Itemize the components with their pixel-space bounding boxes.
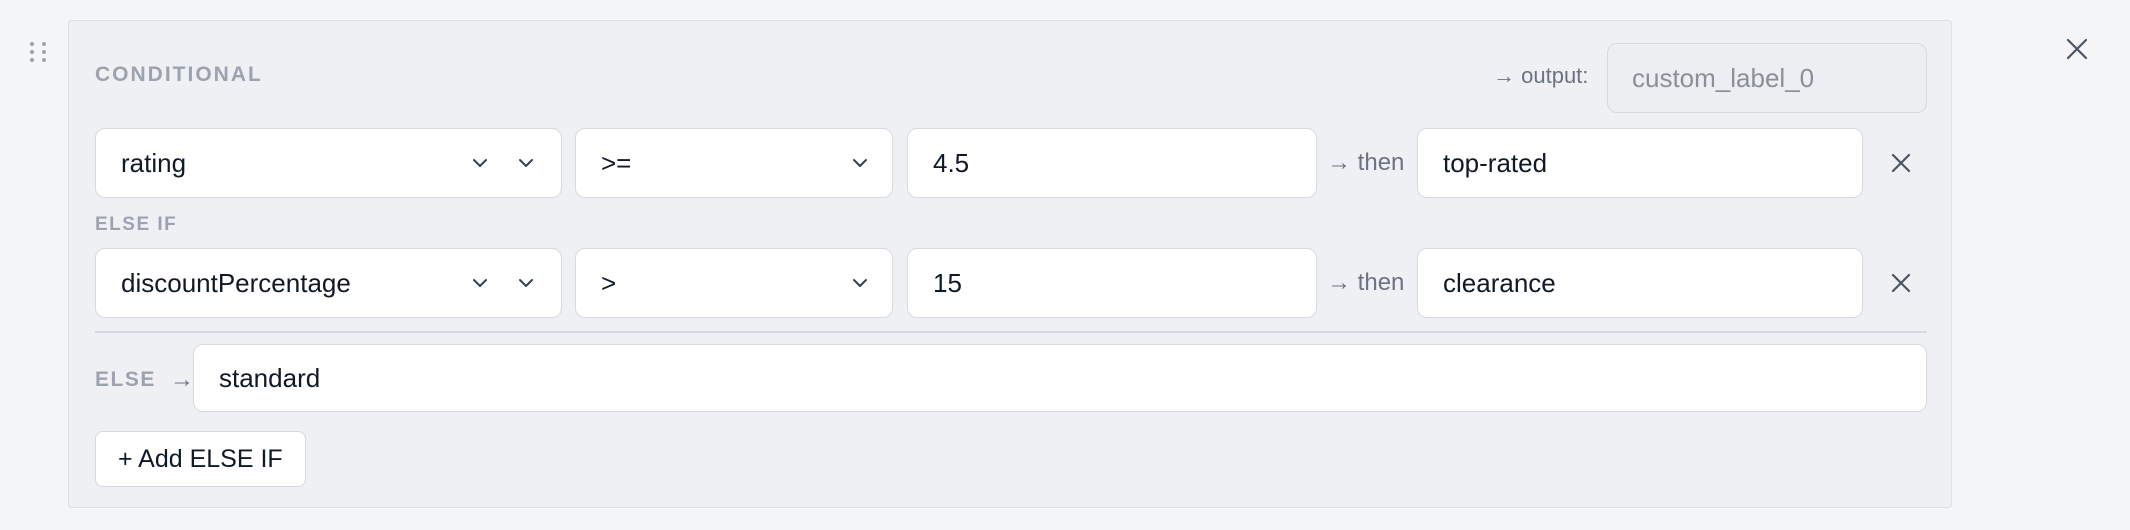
condition-field-select[interactable]: rating	[95, 128, 562, 198]
then-label: → then	[1327, 149, 1405, 176]
else-label: ELSE →	[95, 366, 196, 393]
chevron-down-icon[interactable]	[468, 151, 492, 175]
remove-icon[interactable]	[1884, 146, 1918, 180]
chevron-down-icon	[848, 271, 872, 295]
condition-field-select[interactable]: discountPercentage	[95, 248, 562, 318]
operator-value: >	[601, 267, 617, 298]
result-input[interactable]: top-rated	[1417, 128, 1863, 198]
result-input[interactable]: clearance	[1417, 248, 1863, 318]
chevron-down-icon[interactable]	[514, 271, 538, 295]
remove-icon[interactable]	[1884, 266, 1918, 300]
else-value-input[interactable]: standard	[193, 344, 1927, 412]
chevron-down-icon[interactable]	[514, 151, 538, 175]
conditional-block: CONDITIONAL → output: custom_label_0 rat…	[68, 20, 1952, 508]
arrow-right-icon: →	[1493, 63, 1515, 88]
divider	[95, 331, 1927, 333]
then-label: → then	[1327, 269, 1405, 296]
output-label: → output:	[1493, 63, 1589, 88]
field-select-value: discountPercentage	[121, 267, 351, 298]
chevron-down-icon[interactable]	[468, 271, 492, 295]
arrow-right-icon: →	[1327, 269, 1351, 296]
chevron-down-icon	[848, 151, 872, 175]
condition-value-input[interactable]: 15	[907, 248, 1317, 318]
drag-handle-icon[interactable]	[30, 38, 54, 68]
operator-select[interactable]: >	[575, 248, 893, 318]
arrow-right-icon: →	[1327, 149, 1351, 176]
operator-select[interactable]: >=	[575, 128, 893, 198]
operator-value: >=	[601, 147, 632, 178]
block-title: CONDITIONAL	[95, 63, 263, 86]
else-if-label: ELSE IF	[95, 214, 178, 235]
add-else-if-button[interactable]: + Add ELSE IF	[95, 431, 306, 487]
arrow-right-icon: →	[169, 366, 196, 393]
condition-value-input[interactable]: 4.5	[907, 128, 1317, 198]
output-name-input[interactable]: custom_label_0	[1607, 43, 1927, 113]
field-select-value: rating	[121, 147, 187, 178]
close-icon[interactable]	[2062, 34, 2092, 64]
